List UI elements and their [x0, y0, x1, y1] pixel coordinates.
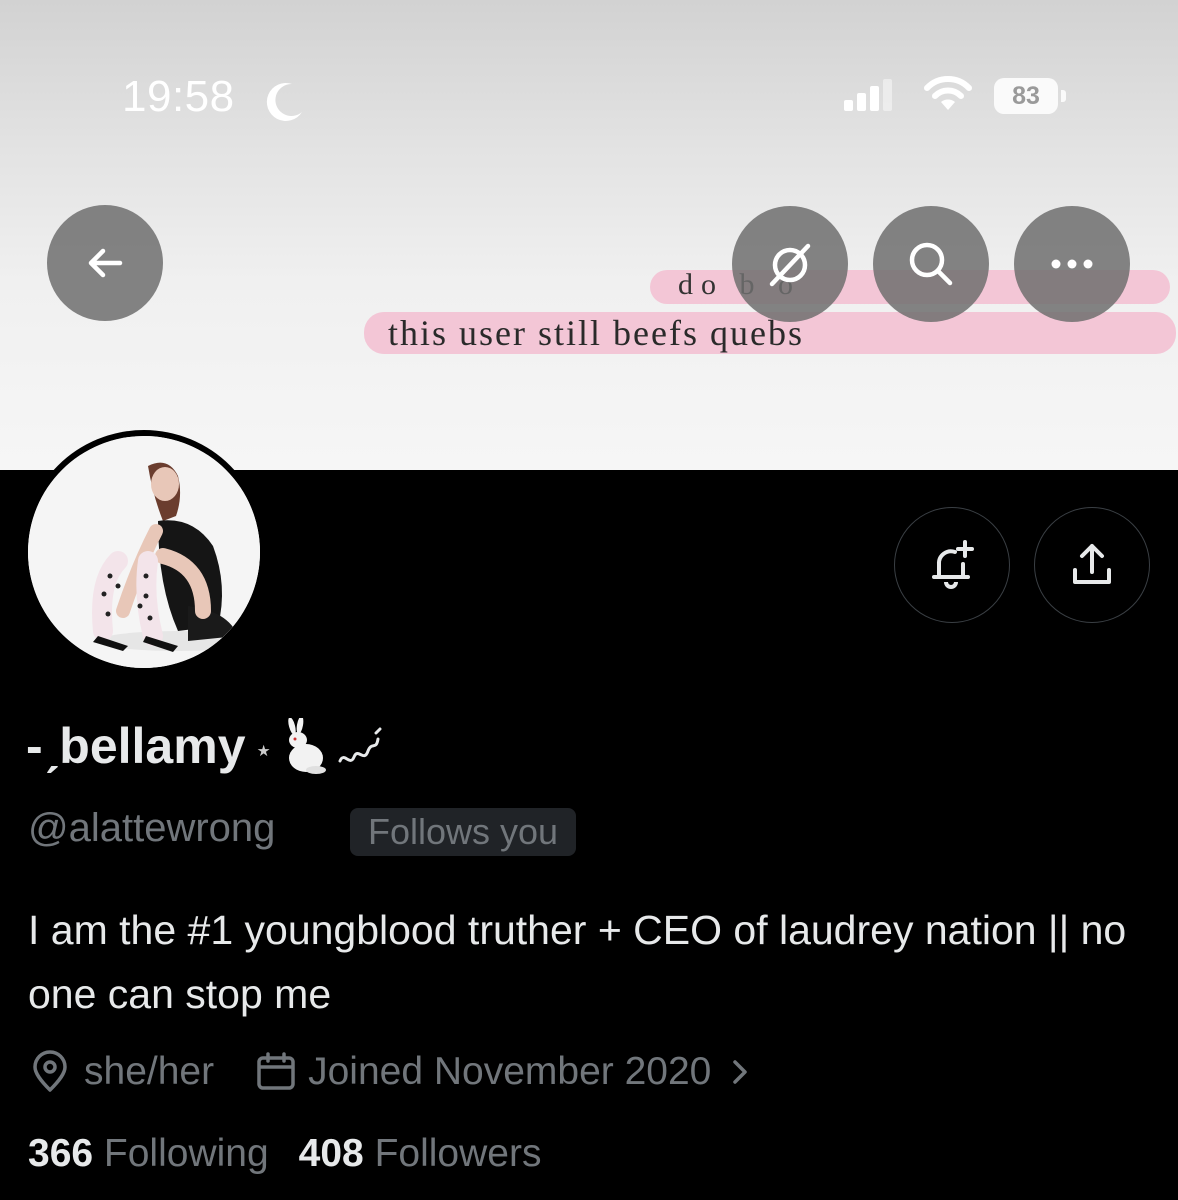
profile-banner[interactable]: do b o this user still beefs quebs 19:58… — [0, 0, 1178, 470]
rabbit-icon — [288, 718, 326, 774]
followers-stat[interactable]: 408 Followers — [299, 1132, 542, 1176]
share-icon — [1073, 544, 1111, 584]
handle: @alattewrong — [28, 806, 276, 850]
back-button[interactable] — [47, 205, 163, 321]
bio: I am the #1 youngblood truther + CEO of … — [28, 907, 1127, 1017]
following-count: 366 — [28, 1132, 94, 1175]
share-button[interactable] — [1034, 507, 1150, 623]
followers-label: Followers — [374, 1132, 542, 1175]
location-pin-icon — [33, 1050, 67, 1092]
grok-button[interactable] — [732, 206, 848, 322]
grok-icon — [769, 243, 811, 287]
status-bar: 19:58 83 — [0, 0, 1178, 200]
following-label: Following — [103, 1132, 269, 1175]
more-button[interactable] — [1014, 206, 1130, 322]
display-name: -ˏbellamy ⋆ — [26, 716, 382, 776]
location-item: she/her — [28, 1050, 214, 1094]
profile-meta: she/her Joined November 2020 — [28, 1044, 755, 1100]
notify-button[interactable] — [894, 507, 1010, 623]
joined-text: Joined November 2020 — [308, 1050, 712, 1093]
search-button[interactable] — [873, 206, 989, 322]
more-icon — [1051, 259, 1093, 269]
display-name-text: -ˏbellamy — [26, 718, 246, 774]
squiggle-icon — [338, 727, 382, 763]
name-star: ⋆ — [255, 734, 272, 765]
moon-icon — [266, 82, 302, 121]
followers-count: 408 — [298, 1132, 364, 1175]
search-icon — [909, 242, 953, 286]
avatar-photo — [28, 436, 260, 668]
status-time: 19:58 — [122, 72, 235, 121]
follow-stats: 366 Following 408 Followers — [28, 1132, 571, 1176]
location-text: she/her — [84, 1050, 215, 1093]
following-stat[interactable]: 366 Following — [28, 1132, 269, 1176]
chevron-right-icon — [733, 1060, 748, 1084]
follows-you-badge: Follows you — [350, 808, 577, 856]
back-icon — [88, 248, 123, 278]
battery-level: 83 — [1012, 81, 1040, 110]
joined-item[interactable]: Joined November 2020 — [254, 1050, 755, 1094]
signal-icon — [844, 79, 892, 111]
wifi-icon — [924, 76, 972, 110]
battery-icon: 83 — [994, 78, 1066, 114]
notify-bell-icon — [932, 540, 974, 589]
avatar[interactable] — [22, 430, 266, 674]
calendar-icon — [257, 1052, 295, 1090]
